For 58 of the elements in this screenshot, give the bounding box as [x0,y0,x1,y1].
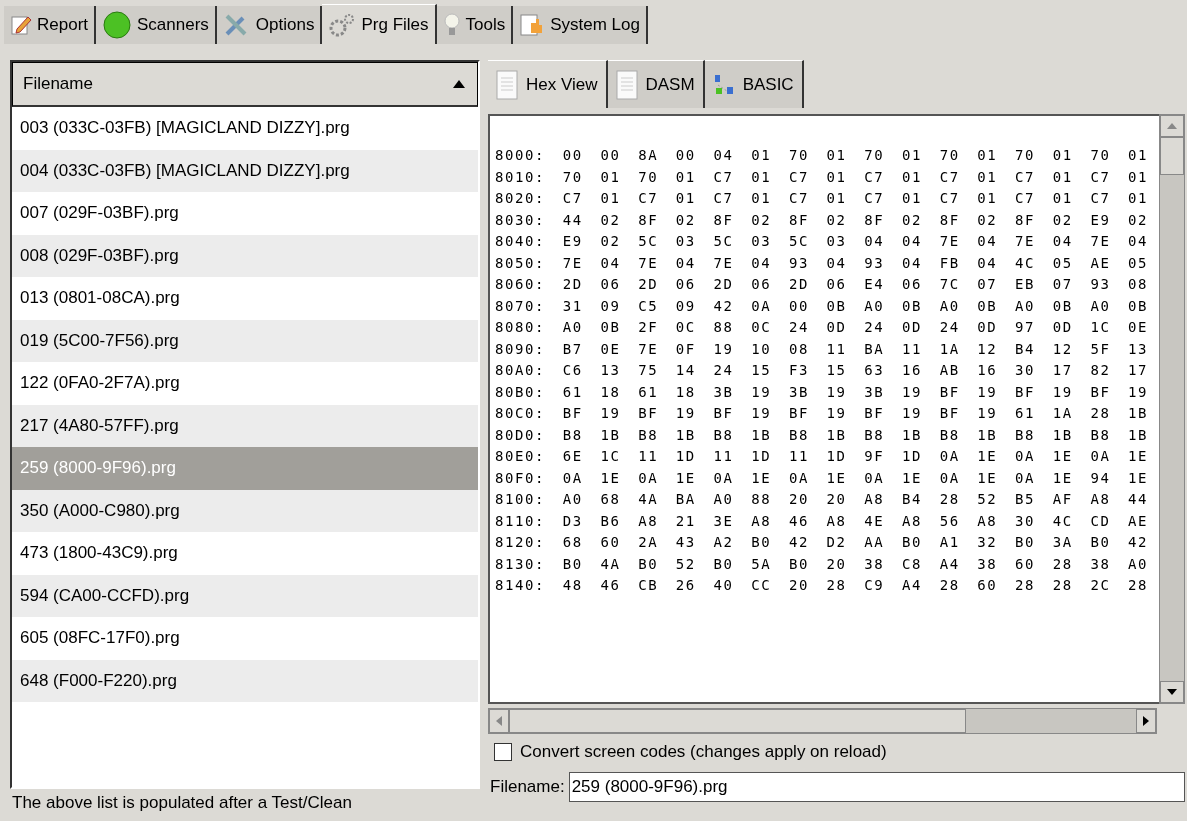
hex-line: 8050: 7E 04 7E 04 7E 04 93 04 93 04 FB 04 4C 05 AE 05 [495,253,1150,273]
view-tab[interactable]: BASIC [704,60,804,108]
hex-line: 8060: 2D 06 2D 06 2D 06 2D 06 E4 06 7C 07 EB 07 93 08 [495,275,1150,294]
view-tab[interactable]: DASM [607,60,705,108]
hex-line: 8100: A0 68 4A BA A0 88 20 20 A8 B4 28 52 B5 AF A8 44 [495,490,1150,509]
scroll-right-icon[interactable] [1143,716,1149,726]
main-tab[interactable]: Report [4,6,97,44]
horizontal-scrollbar[interactable] [488,708,1157,734]
hex-line: 80A0: C6 13 75 14 24 15 F3 15 63 16 AB 16 30 17 82 17 [495,361,1150,380]
filename-label: Filename: [490,777,565,797]
main-tab[interactable]: Prg Files [322,4,437,44]
main-tab[interactable]: System Log [513,6,648,44]
file-row[interactable]: 004 (033C-03FB) [MAGICLAND DIZZY].prg [12,149,478,192]
file-row[interactable]: 019 (5C00-7F56).prg [12,319,478,362]
scroll-up-icon[interactable] [1167,123,1177,129]
document-icon [496,69,518,100]
hex-line: 80E0: 6E 1C 11 1D 11 1D 11 1D 9F 1D 0A 1E 0A 1E 0A 1E [495,447,1150,466]
hex-line: 8030: 44 02 8F 02 8F 02 8F 02 8F 02 8F 02 8F 02 E9 02 [495,210,1150,230]
scroll-left-icon[interactable] [496,716,502,726]
main-tab[interactable]: Scanners [96,6,217,44]
scrollbar-thumb[interactable] [509,709,966,733]
hex-line: 80F0: 0A 1E 0A 1E 0A 1E 0A 1E 0A 1E 0A 1E 0A 1E 94 1E [495,468,1150,488]
hex-line: 80B0: 61 18 61 18 3B 19 3B 19 3B 19 BF 19 BF 19 BF 19 [495,382,1150,402]
main-tab[interactable]: Tools [436,6,514,44]
hex-line: 8010: 70 01 70 01 C7 01 C7 01 C7 01 C7 01 C7 01 C7 01 [495,167,1150,187]
main-tab[interactable]: Options [216,6,323,44]
hex-line: 8040: E9 02 5C 03 5C 03 5C 03 04 04 7E 04 7E 04 7E 04 [495,232,1150,251]
file-row[interactable]: 648 (F000-F220).prg [12,659,478,702]
file-row[interactable]: 350 (A000-C980).prg [12,489,478,532]
checkbox-label[interactable]: Convert screen codes (changes apply on reload) [520,742,887,762]
hex-line: 8080: A0 0B 2F 0C 88 0C 24 0D 24 0D 24 0D 97 0D 1C 0E [495,318,1150,337]
filename-field[interactable]: 259 (8000-9F96).prg [568,772,1185,802]
status-light-icon [102,10,133,40]
vertical-scrollbar[interactable] [1159,114,1185,704]
hex-line: 8110: D3 B6 A8 21 3E A8 46 A8 4E A8 56 A8 30 4C CD AE [495,511,1150,531]
hex-line: 80D0: B8 1B B8 1B B8 1B B8 1B B8 1B B8 1B B8 1B B8 1B [495,425,1150,445]
hex-line: 8140: 48 46 CB 26 40 CC 20 28 C9 A4 28 60 28 28 2C 28 [495,576,1150,595]
scroll-down-icon[interactable] [1167,689,1177,695]
hex-line: 8070: 31 09 C5 09 42 0A 00 0B A0 0B A0 0B A0 0B A0 0B [495,296,1150,316]
gears-icon [328,11,357,38]
hex-line: 8000: 00 00 8A 00 04 01 70 01 70 01 70 01 70 01 70 01 [495,146,1150,165]
checkbox[interactable] [494,743,512,761]
hex-line: 8090: B7 0E 7E 0F 19 10 08 11 BA 11 1A 12 B4 12 5F 13 [495,339,1150,359]
file-row[interactable]: 594 (CA00-CCFD).prg [12,574,478,617]
hex-line: 80C0: BF 19 BF 19 BF 19 BF 19 BF 19 BF 19 61 1A 28 1B [495,404,1150,423]
list-footer-note: The above list is populated after a Test/Clean [11,792,353,814]
column-header[interactable]: Filename [12,62,478,107]
pencil-icon [10,14,32,36]
hex-line: 8020: C7 01 C7 01 C7 01 C7 01 C7 01 C7 01 C7 01 C7 01 [495,189,1150,208]
file-row[interactable]: 008 (029F-03BF).prg [12,234,478,277]
view-tab[interactable]: Hex View [488,60,608,108]
hex-line: 8130: B0 4A B0 52 B0 5A B0 20 38 C8 A4 38 60 28 38 A0 [495,554,1150,574]
hex-line: 8120: 68 60 2A 43 A2 B0 42 D2 AA B0 A1 32 B0 3A B0 42 [495,533,1150,552]
scrollbar-thumb[interactable] [1160,137,1184,175]
file-row[interactable]: 217 (4A80-57FF).prg [12,404,478,447]
sort-az-icon [712,72,735,97]
document-icon [615,69,638,100]
sort-up-icon [453,80,465,88]
